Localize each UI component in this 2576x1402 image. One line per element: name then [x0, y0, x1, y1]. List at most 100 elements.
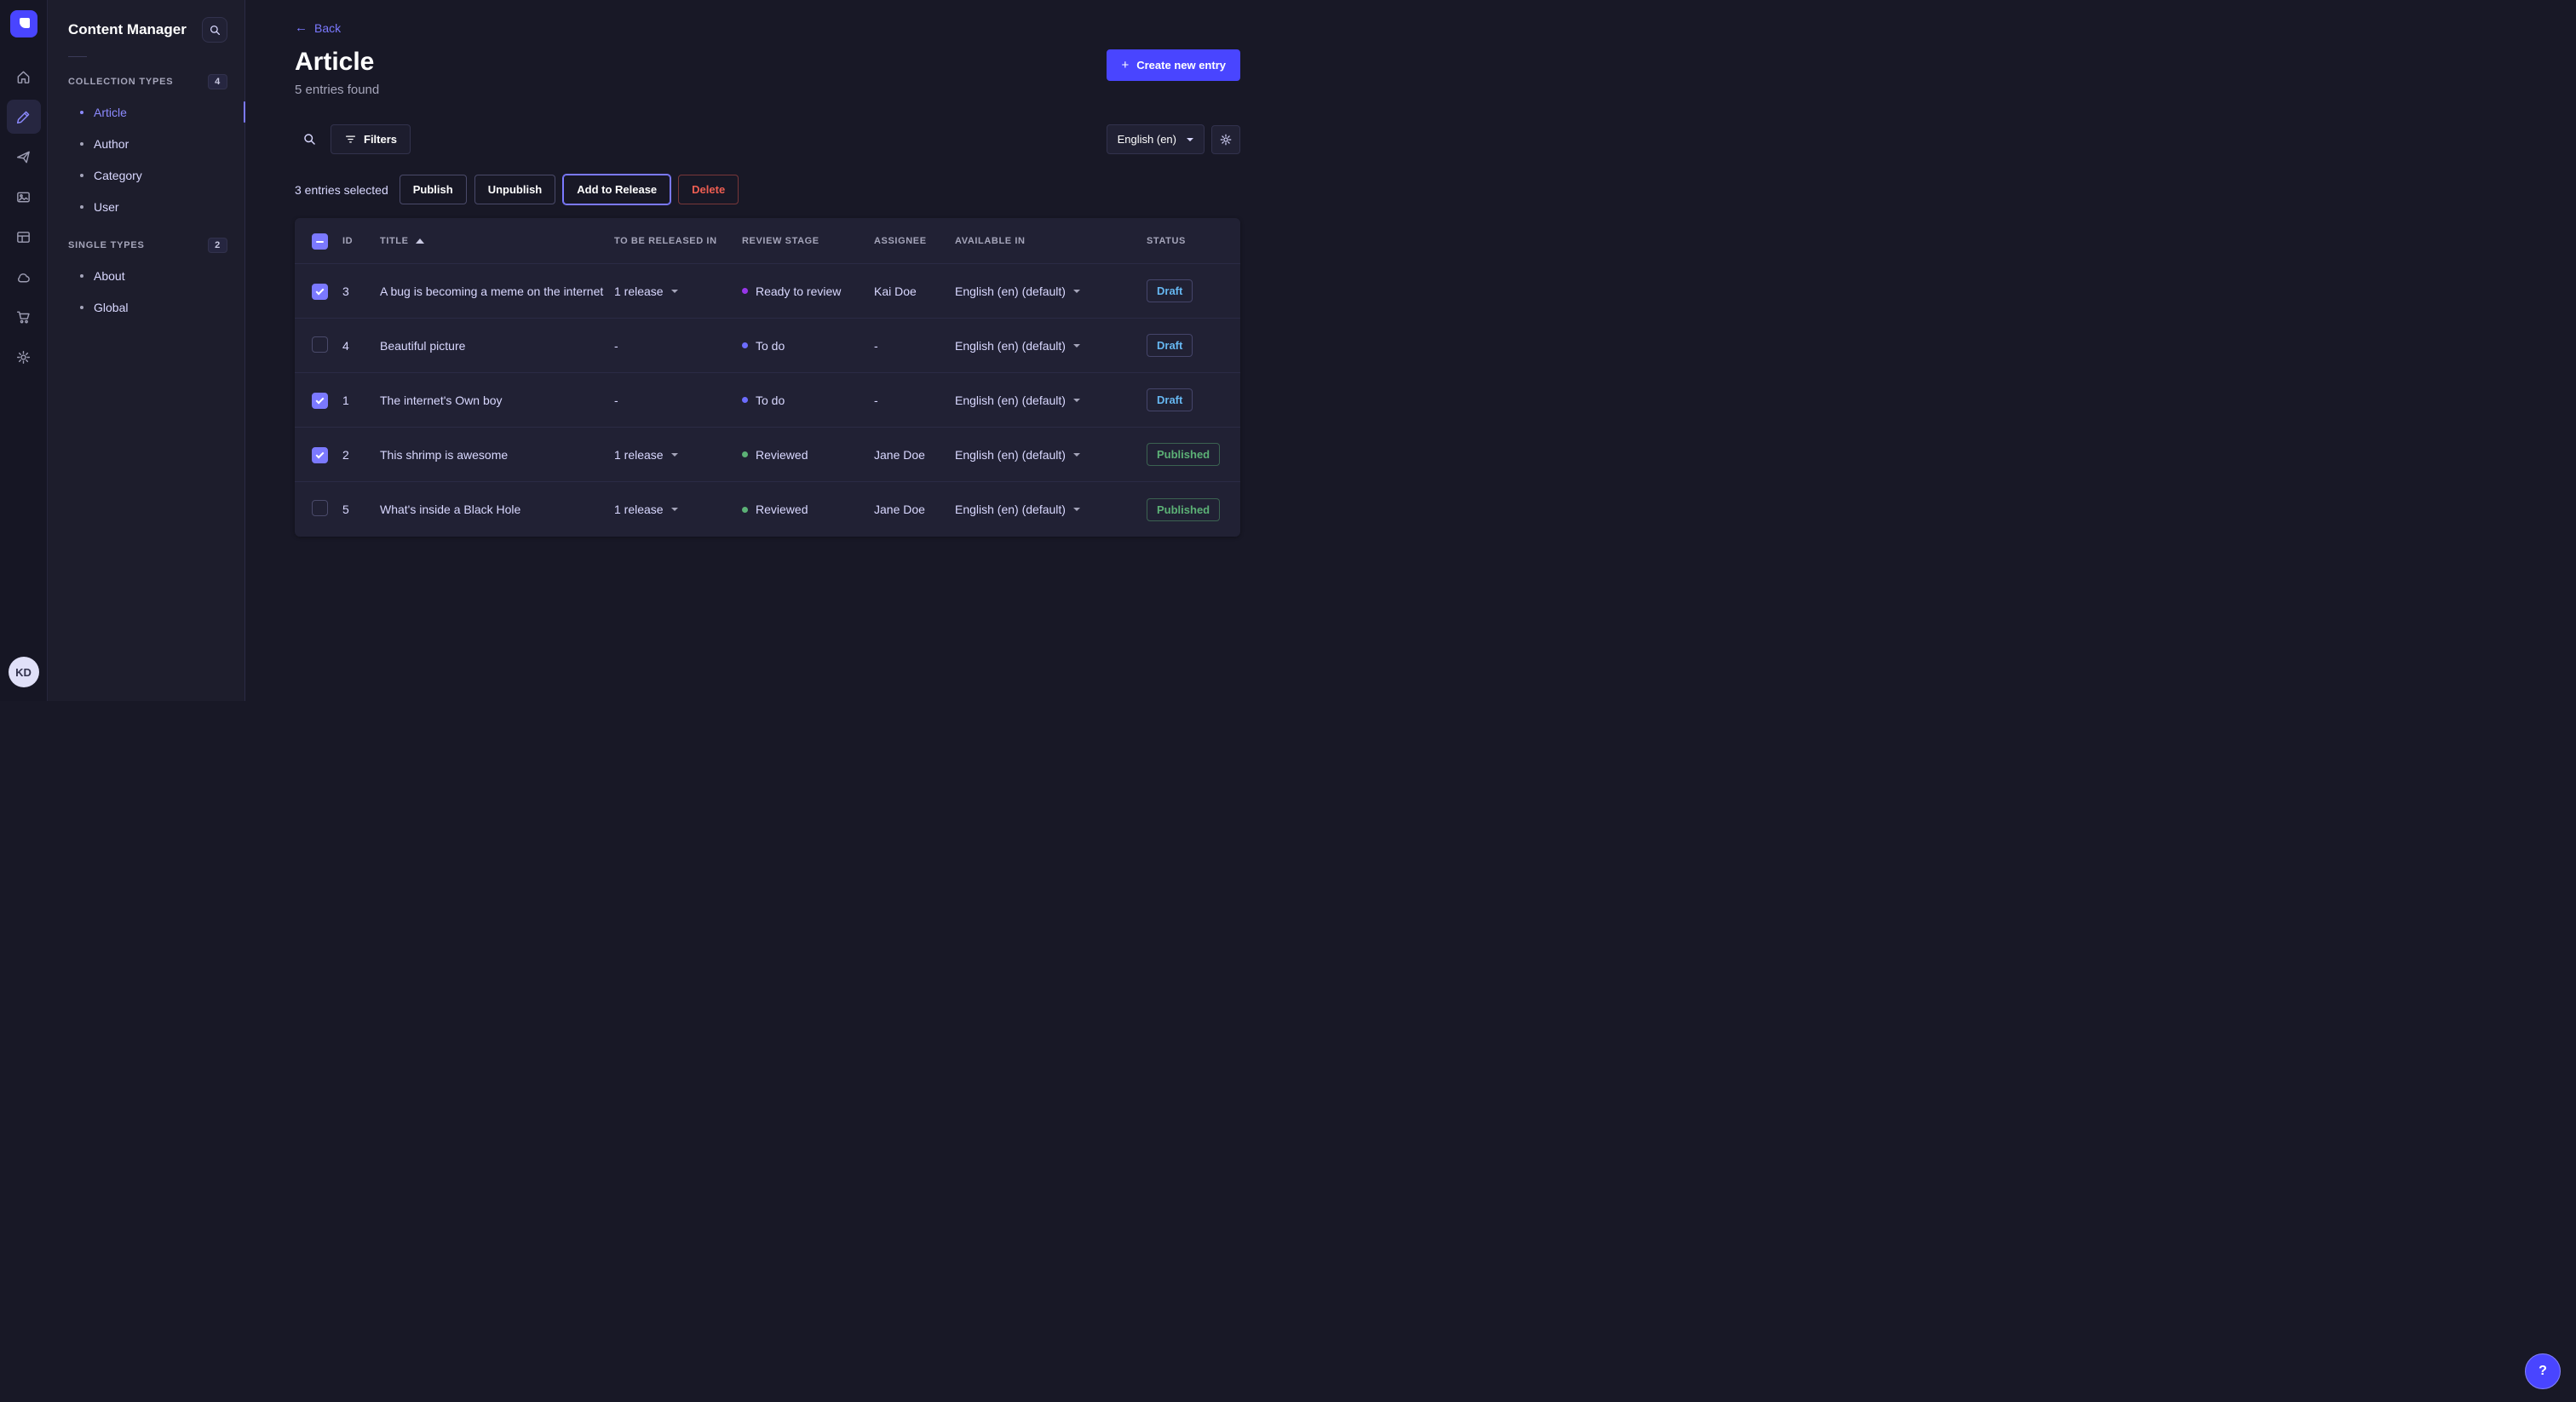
- table-row[interactable]: 4 Beautiful picture - To do - English (e…: [295, 319, 1240, 373]
- nav-settings-icon[interactable]: [7, 340, 41, 374]
- status-badge: Published: [1147, 498, 1220, 521]
- nav-home-icon[interactable]: [7, 60, 41, 94]
- status-badge: Draft: [1147, 279, 1193, 302]
- row-assignee: -: [874, 339, 955, 353]
- sidebar-item-article[interactable]: Article: [48, 96, 244, 128]
- sidebar-item-label: Global: [94, 301, 128, 314]
- delete-button[interactable]: Delete: [678, 175, 739, 204]
- table-row[interactable]: 3 A bug is becoming a meme on the intern…: [295, 264, 1240, 319]
- row-assignee: Jane Doe: [874, 503, 955, 516]
- row-locale-dropdown[interactable]: English (en) (default): [955, 284, 1147, 298]
- nav-transfer-icon[interactable]: [7, 140, 41, 174]
- single-types-section: SINGLE TYPES 2 About Global: [48, 231, 244, 323]
- row-release-dropdown: -: [614, 394, 742, 407]
- sidebar-item-author[interactable]: Author: [48, 128, 244, 159]
- stage-dot-icon: [742, 397, 748, 403]
- row-assignee: Kai Doe: [874, 284, 955, 298]
- sort-ascending-icon: [416, 238, 424, 244]
- user-avatar[interactable]: KD: [9, 657, 39, 687]
- sidebar-search-button[interactable]: [202, 17, 227, 43]
- stage-dot-icon: [742, 507, 748, 513]
- nav-marketplace-icon[interactable]: [7, 300, 41, 334]
- entries-table: ID TITLE TO BE RELEASED IN REVIEW STAGE …: [295, 218, 1240, 537]
- chevron-down-icon: [1073, 399, 1080, 402]
- nav-content-type-builder-icon[interactable]: [7, 220, 41, 254]
- filters-button[interactable]: Filters: [331, 124, 411, 154]
- create-entry-button[interactable]: + Create new entry: [1107, 49, 1240, 81]
- back-link[interactable]: ← Back: [295, 21, 341, 35]
- plus-icon: +: [1121, 59, 1129, 72]
- row-title: A bug is becoming a meme on the internet: [380, 284, 614, 298]
- row-id: 1: [342, 394, 380, 407]
- nav-content-manager-icon[interactable]: [7, 100, 41, 134]
- page-title: Article: [295, 48, 379, 76]
- collection-types-section: COLLECTION TYPES 4 Article Author Catego…: [48, 67, 244, 222]
- search-button[interactable]: [295, 125, 324, 154]
- strapi-logo-glyph: [20, 18, 30, 28]
- column-header-assignee: ASSIGNEE: [874, 236, 955, 246]
- bullet-icon: [80, 274, 83, 278]
- row-checkbox[interactable]: [312, 336, 328, 353]
- publish-button[interactable]: Publish: [400, 175, 467, 204]
- row-assignee: Jane Doe: [874, 448, 955, 462]
- row-checkbox[interactable]: [312, 393, 328, 409]
- collection-types-count-badge: 4: [208, 74, 227, 89]
- add-to-release-button[interactable]: Add to Release: [563, 175, 670, 204]
- row-review-stage: Reviewed: [742, 448, 874, 462]
- help-button[interactable]: ?: [2525, 1353, 2561, 1389]
- main-content: ← Back Article 5 entries found + Create …: [245, 0, 1288, 701]
- row-checkbox[interactable]: [312, 284, 328, 300]
- row-locale-dropdown[interactable]: English (en) (default): [955, 503, 1147, 516]
- column-header-title[interactable]: TITLE: [380, 236, 614, 246]
- table-row[interactable]: 1 The internet's Own boy - To do - Engli…: [295, 373, 1240, 428]
- filters-label: Filters: [364, 133, 397, 146]
- sidebar-item-label: User: [94, 200, 119, 214]
- row-locale-dropdown[interactable]: English (en) (default): [955, 448, 1147, 462]
- bulk-actions-bar: 3 entries selected Publish Unpublish Add…: [295, 175, 1240, 204]
- status-badge: Draft: [1147, 388, 1193, 411]
- row-review-stage: Reviewed: [742, 503, 874, 516]
- check-icon: [316, 450, 325, 458]
- row-review-stage: To do: [742, 339, 874, 353]
- sidebar-item-label: About: [94, 269, 125, 283]
- nav-cloud-icon[interactable]: [7, 260, 41, 294]
- table-row[interactable]: 2 This shrimp is awesome 1 release Revie…: [295, 428, 1240, 482]
- table-row[interactable]: 5 What's inside a Black Hole 1 release R…: [295, 482, 1240, 537]
- row-locale-dropdown[interactable]: English (en) (default): [955, 394, 1147, 407]
- view-settings-button[interactable]: [1211, 125, 1240, 154]
- sidebar-item-about[interactable]: About: [48, 260, 244, 291]
- row-release-dropdown[interactable]: 1 release: [614, 448, 742, 462]
- section-label-single-types: SINGLE TYPES: [68, 240, 145, 250]
- chevron-down-icon: [1073, 453, 1080, 457]
- row-release-dropdown[interactable]: 1 release: [614, 503, 742, 516]
- check-icon: [316, 395, 325, 404]
- locale-select[interactable]: English (en): [1107, 124, 1205, 154]
- sidebar-item-global[interactable]: Global: [48, 291, 244, 323]
- chevron-down-icon: [1187, 138, 1193, 141]
- row-checkbox[interactable]: [312, 500, 328, 516]
- bullet-icon: [80, 205, 83, 209]
- row-release-dropdown[interactable]: 1 release: [614, 284, 742, 298]
- nav-media-library-icon[interactable]: [7, 180, 41, 214]
- stage-dot-icon: [742, 451, 748, 457]
- row-locale-dropdown[interactable]: English (en) (default): [955, 339, 1147, 353]
- single-types-count-badge: 2: [208, 238, 227, 253]
- unpublish-button[interactable]: Unpublish: [474, 175, 556, 204]
- sidebar-item-user[interactable]: User: [48, 191, 244, 222]
- nav-icon-list: [7, 60, 41, 374]
- row-assignee: -: [874, 394, 955, 407]
- row-checkbox[interactable]: [312, 447, 328, 463]
- strapi-logo[interactable]: [10, 10, 37, 37]
- gear-icon: [1219, 133, 1233, 147]
- row-id: 4: [342, 339, 380, 353]
- bullet-icon: [80, 111, 83, 114]
- sidebar-item-category[interactable]: Category: [48, 159, 244, 191]
- select-all-checkbox[interactable]: [312, 233, 328, 250]
- row-title: Beautiful picture: [380, 339, 614, 353]
- chevron-down-icon: [1073, 508, 1080, 511]
- chevron-down-icon: [1073, 344, 1080, 348]
- create-entry-label: Create new entry: [1136, 59, 1226, 72]
- row-title: This shrimp is awesome: [380, 448, 614, 462]
- column-header-available-in: AVAILABLE IN: [955, 236, 1147, 246]
- chevron-down-icon: [671, 453, 678, 457]
